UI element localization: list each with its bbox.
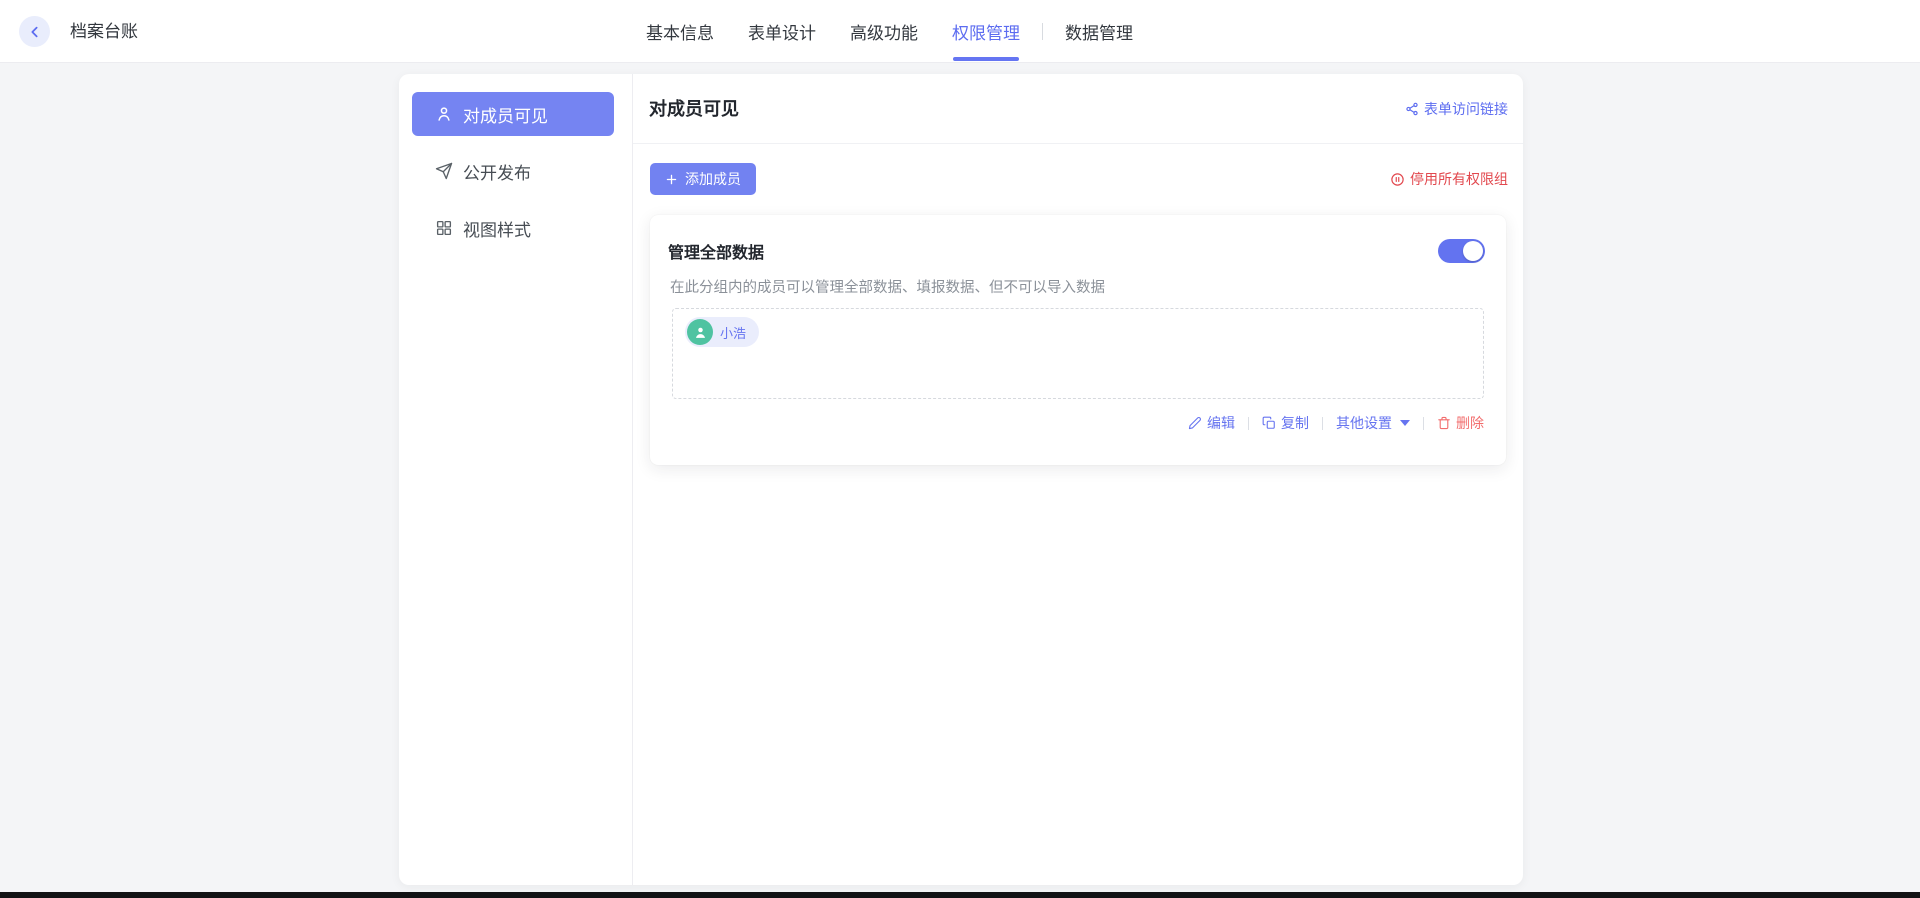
permission-group-card: 管理全部数据 在此分组内的成员可以管理全部数据、填报数据、但不可以导入数据 小浩: [650, 215, 1506, 465]
content-header: 对成员可见 表单访问链接: [633, 74, 1523, 144]
sidebar-item-label: 视图样式: [463, 220, 531, 240]
share-icon: [1405, 102, 1419, 116]
chevron-left-icon: [27, 24, 43, 40]
bottom-bar: [0, 892, 1920, 898]
member-name: 小浩: [720, 325, 747, 341]
disable-all-permission-groups-button[interactable]: 停用所有权限组: [1390, 163, 1508, 195]
send-icon: [435, 162, 453, 180]
back-button[interactable]: [19, 16, 50, 47]
tab-basic-info[interactable]: 基本信息: [646, 0, 714, 63]
tab-form-design[interactable]: 表单设计: [748, 0, 816, 63]
group-description: 在此分组内的成员可以管理全部数据、填报数据、但不可以导入数据: [670, 280, 1105, 296]
top-navbar: 档案台账 基本信息 表单设计 高级功能 权限管理 数据管理: [0, 0, 1920, 63]
page-title: 档案台账: [70, 22, 138, 41]
active-tab-underline: [953, 57, 1019, 61]
action-divider: [1423, 416, 1424, 430]
group-title: 管理全部数据: [668, 245, 765, 262]
content-title: 对成员可见: [649, 99, 739, 119]
main-panel: 对成员可见 公开发布 视图样式 对成员可见 表单访问链接 添加成员 停用所有权限…: [399, 74, 1523, 885]
sidebar: 对成员可见 公开发布 视图样式: [399, 74, 633, 885]
action-divider: [1322, 416, 1323, 430]
plus-icon: [665, 173, 678, 186]
edit-button[interactable]: 编辑: [1188, 413, 1235, 433]
caret-down-icon: [1400, 420, 1410, 426]
tab-advanced-features[interactable]: 高级功能: [850, 0, 918, 63]
copy-button[interactable]: 复制: [1262, 413, 1309, 433]
layout-grid-icon: [435, 219, 453, 237]
person-icon: [693, 325, 708, 340]
toggle-knob: [1463, 241, 1483, 261]
sidebar-item-label: 公开发布: [463, 163, 531, 183]
sidebar-item-visible-to-members[interactable]: 对成员可见: [412, 92, 614, 136]
nav-tabs: 基本信息 表单设计 高级功能 权限管理 数据管理: [646, 0, 1133, 63]
pause-circle-icon: [1390, 172, 1405, 187]
add-member-button[interactable]: 添加成员: [650, 163, 756, 195]
card-header: 管理全部数据: [650, 215, 1506, 263]
tab-divider: [1042, 23, 1043, 40]
member-avatar: [687, 319, 713, 345]
form-access-link[interactable]: 表单访问链接: [1405, 74, 1508, 144]
delete-button[interactable]: 删除: [1437, 413, 1484, 433]
other-settings-dropdown[interactable]: 其他设置: [1336, 413, 1410, 433]
user-icon: [435, 105, 453, 123]
toolbar: 添加成员 停用所有权限组: [633, 163, 1523, 195]
card-actions: 编辑 复制 其他设置 删除: [1188, 413, 1484, 433]
sidebar-item-public-release[interactable]: 公开发布: [412, 149, 614, 193]
tab-data-management[interactable]: 数据管理: [1065, 0, 1133, 63]
member-chip[interactable]: 小浩: [685, 317, 760, 347]
copy-icon: [1262, 416, 1276, 430]
trash-icon: [1437, 416, 1451, 430]
group-enabled-toggle[interactable]: [1438, 239, 1485, 263]
tab-permission-management[interactable]: 权限管理: [952, 0, 1020, 63]
members-box[interactable]: 小浩: [672, 308, 1484, 399]
pencil-icon: [1188, 416, 1202, 430]
sidebar-item-label: 对成员可见: [463, 106, 548, 126]
content-area: 对成员可见 表单访问链接 添加成员 停用所有权限组 管理全部数据 在此分组内的成…: [633, 74, 1523, 885]
sidebar-item-view-style[interactable]: 视图样式: [412, 206, 614, 250]
action-divider: [1248, 416, 1249, 430]
